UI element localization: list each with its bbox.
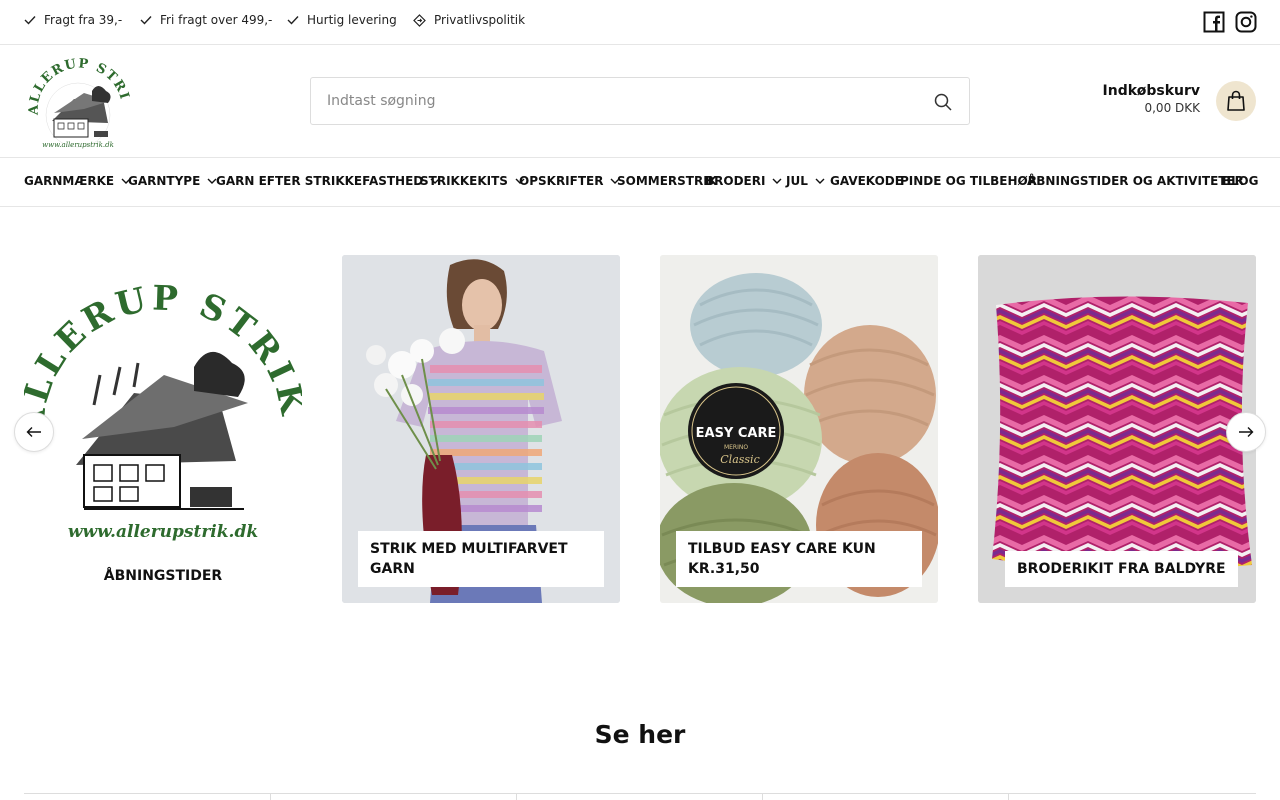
search-icon bbox=[934, 93, 952, 111]
check-icon bbox=[140, 16, 152, 25]
check-icon bbox=[287, 16, 299, 25]
search-bar bbox=[310, 77, 970, 125]
site-header: ALLERUP STRIK www.allerupstrik.dk Indkøb… bbox=[0, 42, 1280, 158]
nav-item-label: JUL bbox=[786, 174, 808, 188]
allerup-strik-logo: ALLERUP STRIK www.allerupstrik.dk bbox=[18, 42, 131, 149]
nav-item-label: SOMMERSTRIK bbox=[617, 174, 717, 188]
usp-free-shipping: Fri fragt over 499,- bbox=[140, 13, 272, 27]
main-nav: GARNMÆRKE GARNTYPE GARN EFTER STRIKKEFAS… bbox=[0, 158, 1280, 207]
carousel-card-tilbud-easy-care[interactable]: EASY CARE MERINO Classic TILBUD EASY CAR… bbox=[660, 255, 938, 603]
nav-item-strikkekits[interactable]: STRIKKEKITS bbox=[420, 174, 525, 188]
instagram-icon bbox=[1235, 11, 1257, 33]
card-label: TILBUD EASY CARE KUN KR.31,50 bbox=[676, 531, 922, 587]
grid-divider bbox=[1008, 793, 1009, 800]
facebook-icon bbox=[1203, 11, 1225, 33]
arrow-right-icon bbox=[1239, 427, 1254, 437]
grid-divider bbox=[516, 793, 517, 800]
nav-item-garnmaerke[interactable]: GARNMÆRKE bbox=[24, 174, 131, 188]
nav-item-opskrifter[interactable]: OPSKRIFTER bbox=[519, 174, 620, 188]
card-label: STRIK MED MULTIFARVET GARN bbox=[358, 531, 604, 587]
chevron-down-icon bbox=[772, 178, 782, 184]
nav-item-label: GARNTYPE bbox=[128, 174, 201, 188]
search-input[interactable] bbox=[311, 78, 911, 124]
nav-item-label: GAVEKODE bbox=[830, 174, 903, 188]
nav-item-label: OPSKRIFTER bbox=[519, 174, 604, 188]
nav-item-label: BLOG bbox=[1222, 174, 1259, 188]
carousel-next-button[interactable] bbox=[1226, 412, 1266, 452]
privacy-policy-label: Privatlivspolitik bbox=[434, 13, 526, 27]
allerup-strik-logo-large: ALLERUP STRIK www.allerupstrik.dk bbox=[24, 278, 302, 542]
carousel-card-broderikit-baldyre[interactable]: BRODERIKIT FRA BALDYRE bbox=[978, 255, 1256, 603]
logo-url-text: www.allerupstrik.dk bbox=[42, 141, 114, 149]
check-icon bbox=[24, 16, 36, 25]
nav-item-label: ÅBNINGSTIDER OG AKTIVITETER bbox=[1027, 174, 1244, 188]
card-label: BRODERIKIT FRA BALDYRE bbox=[1005, 551, 1238, 587]
card-label: ÅBNINGSTIDER bbox=[103, 568, 223, 584]
top-bar: Fragt fra 39,- Fri fragt over 499,- Hurt… bbox=[0, 0, 1280, 45]
cart-summary[interactable]: Indkøbskurv 0,00 DKK bbox=[1103, 83, 1200, 115]
yarn-type-text: MERINO bbox=[724, 444, 748, 451]
nav-item-label: GARN EFTER STRIKKEFASTHED bbox=[216, 174, 424, 188]
carousel-card-multifarvet-garn[interactable]: STRIK MED MULTIFARVET GARN bbox=[342, 255, 620, 603]
nav-item-blog[interactable]: BLOG bbox=[1222, 174, 1258, 188]
cart-button[interactable] bbox=[1216, 81, 1256, 121]
grid-top-border bbox=[24, 793, 1256, 800]
usp-fast-delivery: Hurtig levering bbox=[287, 13, 397, 27]
arrow-left-icon bbox=[26, 427, 41, 437]
grid-divider bbox=[270, 793, 271, 800]
nav-item-gavekode[interactable]: GAVEKODE bbox=[830, 174, 903, 188]
usp-label: Hurtig levering bbox=[307, 13, 397, 27]
cart-title: Indkøbskurv bbox=[1102, 83, 1200, 99]
grid-divider bbox=[762, 793, 763, 800]
shopping-bag-icon bbox=[1227, 90, 1245, 111]
section-title: Se her bbox=[594, 720, 686, 749]
search-button[interactable] bbox=[933, 92, 953, 112]
chevron-down-icon bbox=[815, 178, 825, 184]
nav-item-jul[interactable]: JUL bbox=[786, 174, 825, 188]
nav-item-label: BRODERI bbox=[705, 174, 766, 188]
nav-item-pinde-og-tilbehor[interactable]: PINDE OG TILBEHØR bbox=[900, 174, 1037, 188]
instagram-link[interactable] bbox=[1235, 11, 1257, 33]
facebook-link[interactable] bbox=[1203, 11, 1225, 33]
nav-item-label: GARNMÆRKE bbox=[24, 174, 115, 188]
nav-item-garntype[interactable]: GARNTYPE bbox=[128, 174, 217, 188]
privacy-policy-link[interactable]: Privatlivspolitik bbox=[413, 13, 525, 27]
carousel-card-abningstider[interactable]: ALLERUP STRIK www.allerupstrik.dk ÅBNING… bbox=[24, 255, 302, 603]
nav-item-garn-efter-strikkefasthed[interactable]: GARN EFTER STRIKKEFASTHED bbox=[216, 174, 440, 188]
usp-label: Fri fragt over 499,- bbox=[160, 13, 273, 27]
nav-item-label: PINDE OG TILBEHØR bbox=[900, 174, 1037, 188]
carousel-prev-button[interactable] bbox=[14, 412, 54, 452]
nav-item-sommerstrik[interactable]: SOMMERSTRIK bbox=[617, 174, 717, 188]
nav-item-label: STRIKKEKITS bbox=[420, 174, 508, 188]
yarn-brand-text: EASY CARE bbox=[696, 426, 777, 441]
usp-shipping-price: Fragt fra 39,- bbox=[24, 13, 122, 27]
site-logo[interactable]: ALLERUP STRIK www.allerupstrik.dk bbox=[18, 42, 134, 151]
nav-item-abningstider-og-aktiviteter[interactable]: ÅBNINGSTIDER OG AKTIVITETER bbox=[1027, 174, 1244, 188]
nav-item-broderi[interactable]: BRODERI bbox=[705, 174, 782, 188]
yarn-variant-text: Classic bbox=[720, 453, 759, 466]
usp-label: Fragt fra 39,- bbox=[44, 13, 123, 27]
logo-url-text: www.allerupstrik.dk bbox=[68, 522, 258, 542]
diamond-icon bbox=[413, 13, 426, 27]
cart-total: 0,00 DKK bbox=[1144, 101, 1200, 115]
